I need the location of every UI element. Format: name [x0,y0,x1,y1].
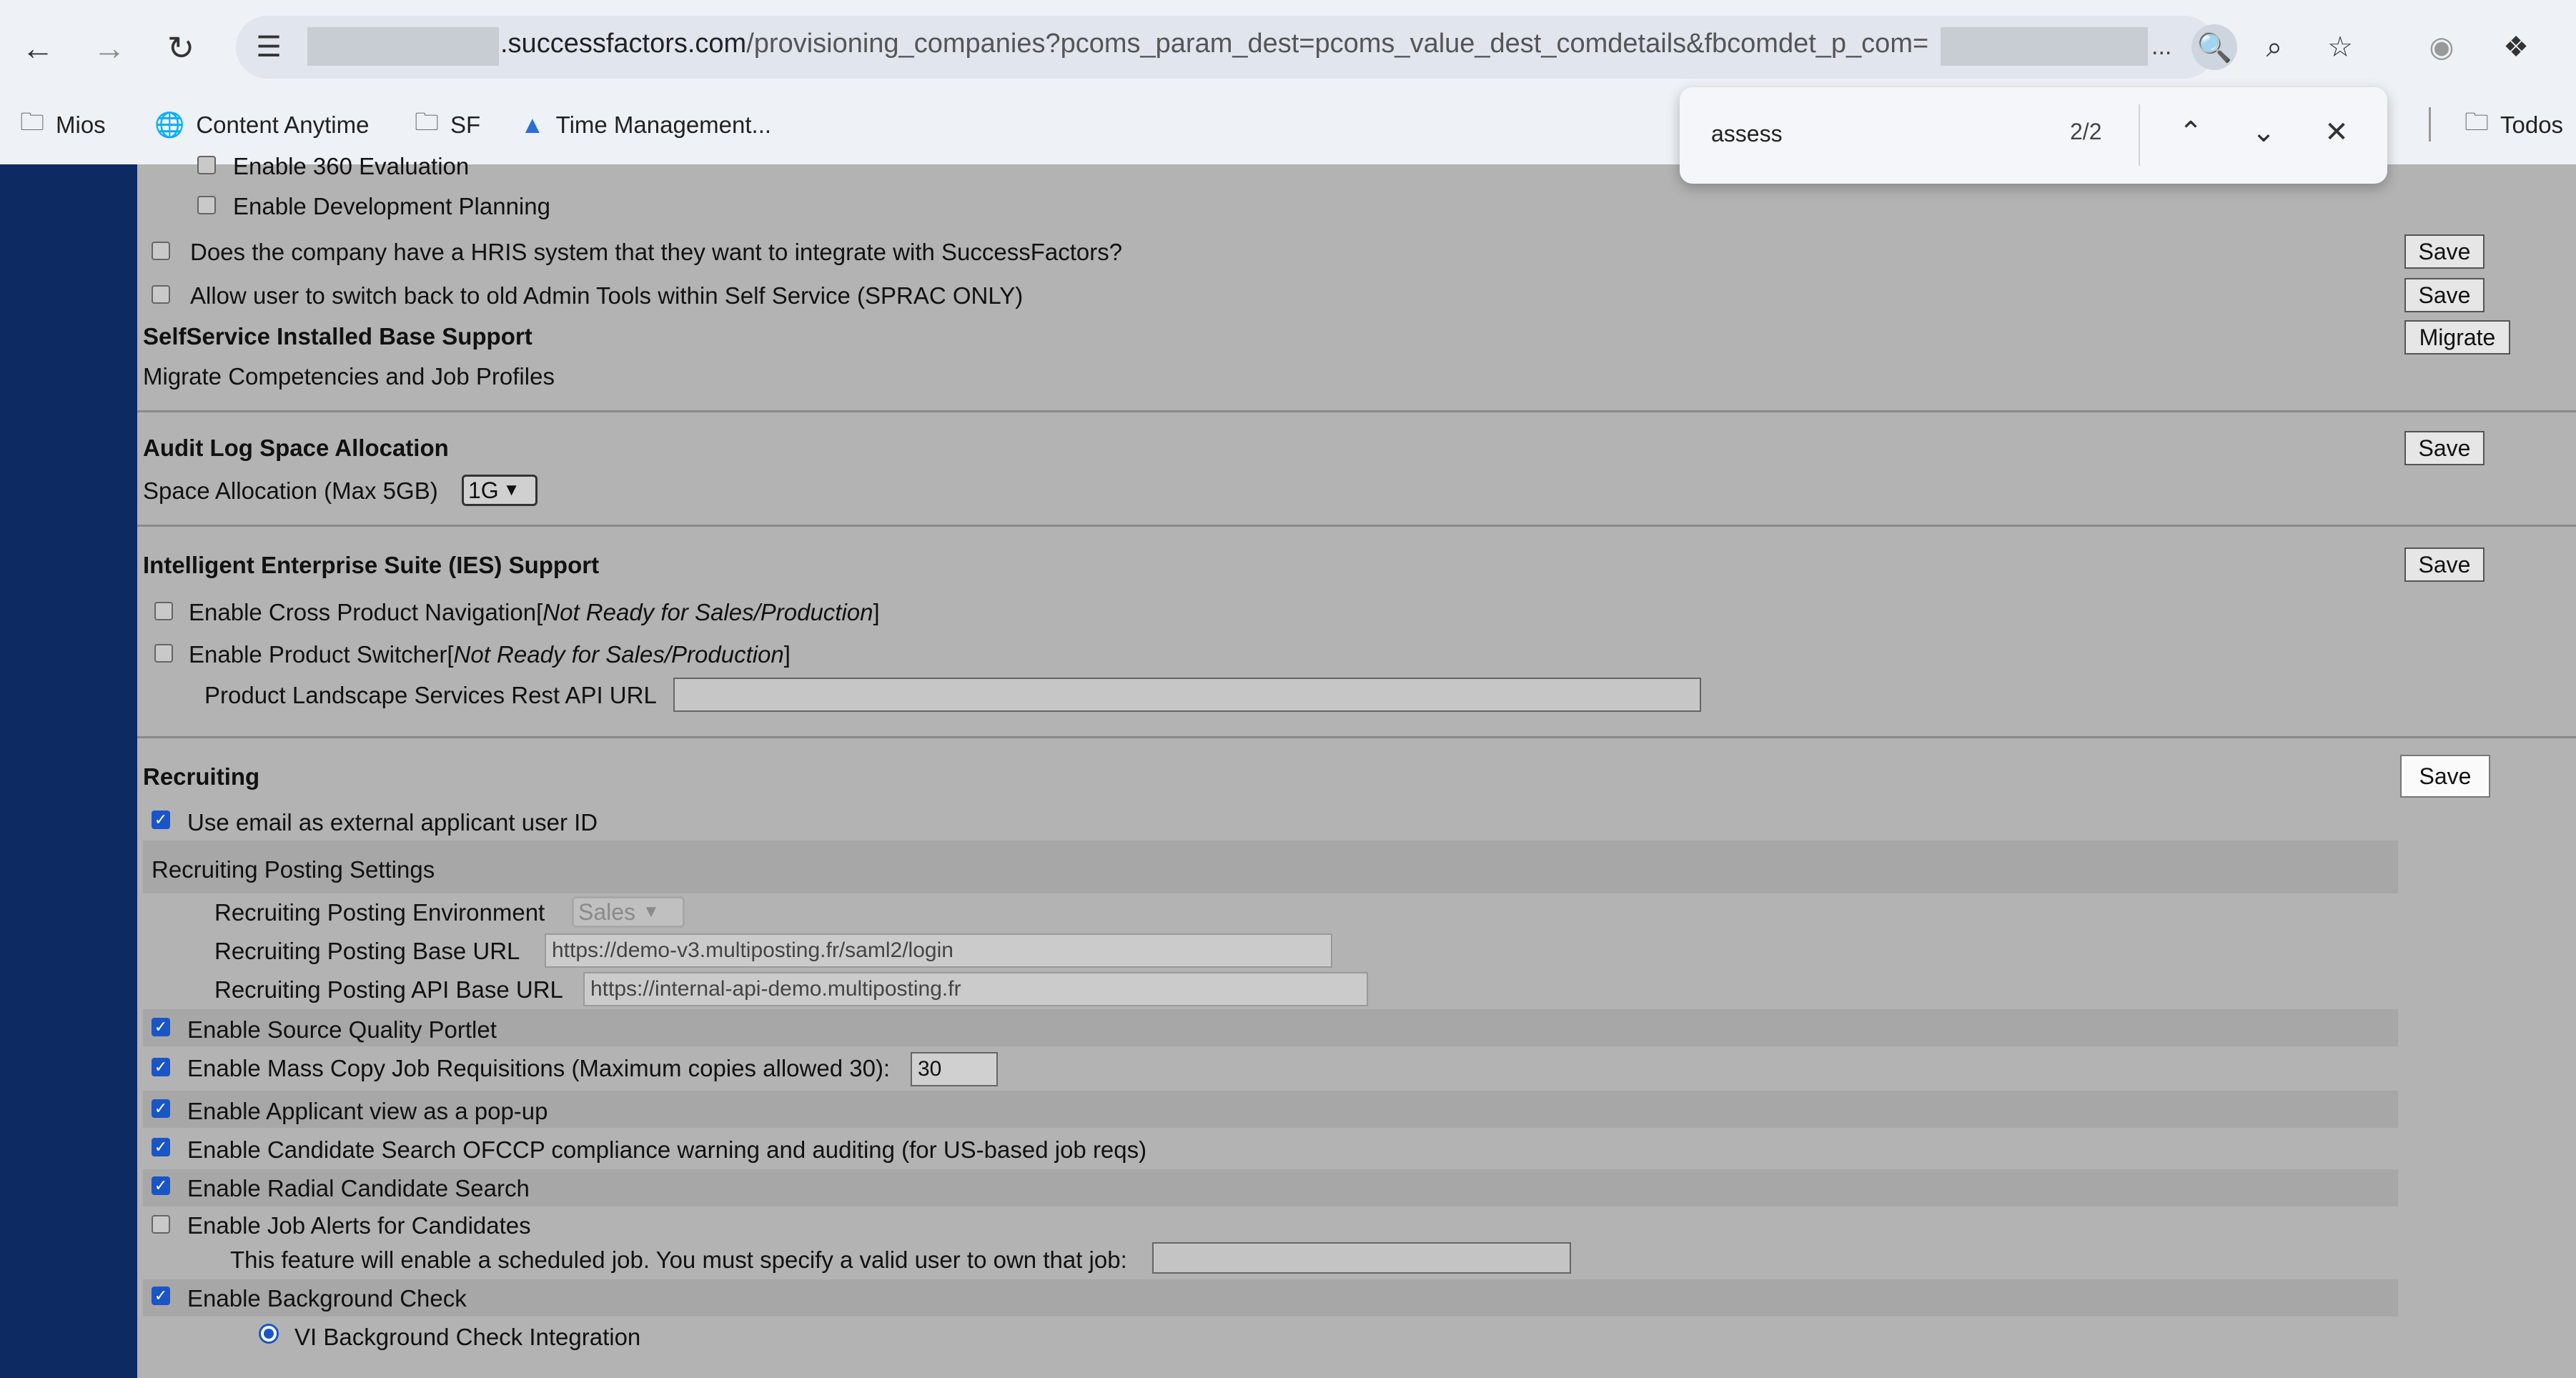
landscape-api-url-label: Product Landscape Services Rest API URL [204,682,657,708]
mass-copy-label: Enable Mass Copy Job Requisitions (Maxim… [187,1055,891,1081]
cross-product-navigation-checkbox[interactable] [154,602,173,620]
old-admin-save-button[interactable]: Save [2404,278,2485,312]
enable-360-evaluation-label: Enable 360 Evaluation [233,153,470,179]
recruiting-title: Recruiting [143,763,260,790]
job-alerts-checkbox[interactable] [152,1215,170,1234]
space-allocation-select[interactable]: 1G ▼ [462,475,538,506]
ofccp-label: Enable Candidate Search OFCCP compliance… [187,1136,1147,1163]
reload-icon[interactable]: ↻ [156,23,206,73]
old-admin-tools-checkbox[interactable] [152,285,170,304]
landscape-api-url-input[interactable] [673,678,1701,712]
vi-background-radio[interactable] [259,1324,279,1344]
posting-base-url-input[interactable]: https://demo-v3.multiposting.fr/saml2/lo… [545,933,1332,968]
hris-label: Does the company have a HRIS system that… [190,239,1123,265]
find-input[interactable] [1710,120,2070,148]
chevron-down-icon: ▼ [502,480,520,500]
enable-development-planning-label: Enable Development Planning [233,193,550,219]
space-allocation-label: Space Allocation (Max 5GB) [143,477,438,504]
job-alerts-owner-input[interactable] [1152,1242,1571,1274]
bookmark-mios[interactable]: 🗀 Mios [20,104,106,147]
posting-base-url-label: Recruiting Posting Base URL [214,938,520,964]
posting-settings-title: Recruiting Posting Settings [152,856,435,883]
old-admin-tools-label: Allow user to switch back to old Admin T… [190,282,1024,309]
applicant-popup-label: Enable Applicant view as a pop-up [187,1098,548,1124]
posting-api-url-input[interactable]: https://internal-api-demo.multiposting.f… [583,972,1368,1006]
bookmark-time-management[interactable]: ▲ Time Management... [520,104,771,147]
extensions-icon[interactable]: ❖ [2493,24,2539,70]
find-separator [2139,104,2140,166]
audit-save-button[interactable]: Save [2404,431,2485,465]
site-settings-icon[interactable]: ☰ [246,24,292,70]
posting-environment-label: Recruiting Posting Environment [214,899,545,926]
ies-save-button[interactable]: Save [2404,547,2485,582]
background-check-checkbox[interactable]: ✓ [152,1287,170,1305]
enable-360-evaluation-checkbox[interactable] [197,156,216,174]
selfservice-description: Migrate Competencies and Job Profiles [143,363,555,390]
find-previous-icon[interactable]: ⌃ [2166,107,2216,157]
product-switcher-checkbox[interactable] [154,644,173,663]
zoom-icon[interactable]: ⌕ [2251,24,2297,70]
section-divider [137,525,2576,527]
vi-background-label: VI Background Check Integration [294,1324,641,1350]
forward-icon[interactable]: → [84,23,134,73]
radial-search-checkbox[interactable]: ✓ [152,1176,170,1195]
job-alerts-label: Enable Job Alerts for Candidates [187,1212,531,1239]
bookmark-star-icon[interactable]: ☆ [2317,24,2363,70]
ofccp-checkbox[interactable]: ✓ [152,1138,170,1156]
row-shade [143,1279,2398,1317]
mass-copy-max-input[interactable]: 30 [911,1052,998,1086]
folder-icon: 🗀 [415,108,439,136]
migrate-button[interactable]: Migrate [2404,320,2510,355]
find-close-icon[interactable]: ✕ [2312,107,2362,157]
email-user-id-label: Use email as external applicant user ID [187,809,598,836]
bookmark-todos[interactable]: 🗀 Todos [2464,104,2563,147]
bookmark-sf[interactable]: 🗀 SF [415,104,480,147]
email-user-id-checkbox[interactable]: ✓ [152,811,170,829]
folder-icon: 🗀 [2464,108,2489,136]
posting-environment-select[interactable]: Sales ▼ [572,896,685,928]
find-in-page-icon[interactable]: 🔍 [2191,24,2237,70]
background-check-label: Enable Background Check [187,1285,467,1312]
globe-icon: 🌐 [154,111,185,139]
source-quality-checkbox[interactable]: ✓ [152,1018,170,1036]
job-alerts-note: This feature will enable a scheduled job… [230,1246,1127,1273]
posting-api-url-label: Recruiting Posting API Base URL [214,976,563,1003]
bookmark-separator [2429,107,2431,142]
chevron-down-icon: ▼ [643,902,660,921]
ies-title: Intelligent Enterprise Suite (IES) Suppo… [143,552,600,578]
mass-copy-checkbox[interactable]: ✓ [152,1058,170,1076]
enable-development-planning-checkbox[interactable] [197,196,216,214]
cross-product-navigation-label: Enable Cross Product Navigation[Not Read… [189,599,880,625]
camera-icon[interactable]: ◉ [2419,24,2464,70]
find-next-icon[interactable]: ⌄ [2239,107,2289,157]
redacted-url-segment [307,27,499,66]
url-text[interactable]: .successfactors.com/provisioning_compani… [500,29,1928,59]
back-icon[interactable]: ← [13,23,63,73]
redacted-url-segment [1941,27,2148,66]
hris-checkbox[interactable] [152,242,170,260]
find-match-count: 2/2 [2070,119,2102,144]
hris-save-button[interactable]: Save [2404,234,2485,269]
radial-search-label: Enable Radial Candidate Search [187,1175,530,1201]
bookmark-content-anytime[interactable]: 🌐 Content Anytime [154,104,369,147]
applicant-popup-checkbox[interactable]: ✓ [152,1099,170,1118]
left-navigation-band [0,164,137,1378]
recruiting-save-button[interactable]: Save [2402,756,2489,796]
product-switcher-label: Enable Product Switcher[Not Ready for Sa… [189,641,791,668]
source-quality-label: Enable Source Quality Portlet [187,1016,497,1043]
section-divider [137,736,2576,738]
section-divider [137,410,2576,412]
audit-log-title: Audit Log Space Allocation [143,435,449,461]
folder-icon: 🗀 [20,108,44,136]
sap-icon: ▲ [520,111,545,139]
url-ellipsis: ... [2151,33,2172,60]
selfservice-title: SelfService Installed Base Support [143,323,532,350]
posting-settings-header [143,841,2398,893]
